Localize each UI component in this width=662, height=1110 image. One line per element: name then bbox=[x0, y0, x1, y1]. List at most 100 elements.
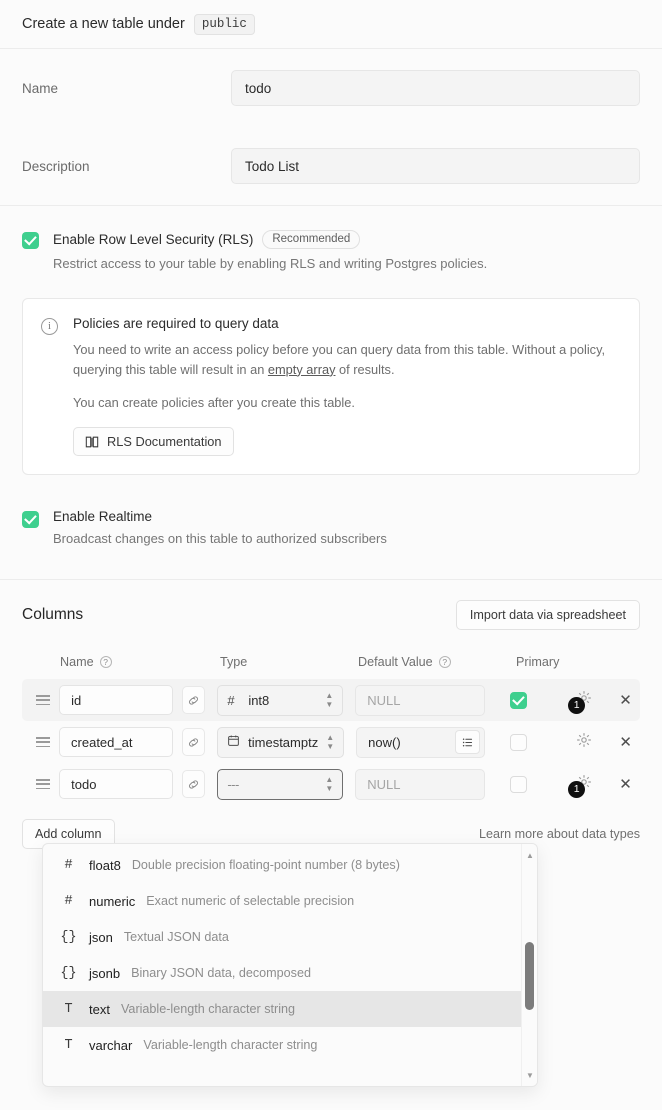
primary-key-cell bbox=[485, 733, 557, 751]
column-name-input[interactable] bbox=[59, 685, 174, 716]
column-type-value: int8 bbox=[248, 692, 270, 708]
column-default-value-text: NULL bbox=[367, 776, 401, 792]
type-option-float8[interactable]: # float8 Double precision floating-point n… bbox=[43, 847, 521, 883]
description-field-row: Description bbox=[22, 127, 640, 205]
column-type-select[interactable]: timestamptz ▲ ▼ bbox=[217, 726, 345, 758]
scrollbar-thumb[interactable] bbox=[525, 942, 534, 1010]
primary-key-checkbox[interactable] bbox=[509, 775, 527, 793]
remove-column-button[interactable]: ✕ bbox=[611, 733, 640, 751]
realtime-label: Enable Realtime bbox=[53, 509, 153, 525]
primary-key-checkbox[interactable] bbox=[509, 691, 527, 709]
rls-checkbox[interactable] bbox=[22, 232, 39, 249]
dropdown-scrollbar[interactable]: ▲ ▼ bbox=[521, 844, 537, 1086]
header-type: Type bbox=[220, 655, 248, 670]
header-default-value: Default Value ? bbox=[358, 655, 516, 669]
realtime-description: Broadcast changes on this table to autho… bbox=[53, 531, 387, 547]
column-settings-cell bbox=[557, 732, 611, 753]
name-label: Name bbox=[22, 80, 59, 96]
type-option-name: varchar bbox=[89, 1037, 133, 1053]
type-glyph-icon: # bbox=[64, 857, 73, 873]
column-default-value-input[interactable]: NULL bbox=[355, 768, 485, 800]
scroll-down-icon[interactable]: ▼ bbox=[522, 1067, 537, 1083]
type-option-name: text bbox=[89, 1001, 110, 1017]
chevron-updown-icon: ▲ ▼ bbox=[326, 733, 335, 752]
learn-data-types-link[interactable]: Learn more about data types bbox=[479, 827, 640, 841]
drag-handle[interactable] bbox=[24, 735, 59, 750]
create-table-panel: Create a new table under public Name Des… bbox=[0, 0, 662, 1110]
foreign-key-link-icon[interactable] bbox=[182, 728, 206, 757]
page-title: Create a new table under bbox=[22, 16, 185, 32]
type-option-name: float4 bbox=[89, 844, 121, 845]
table-name-input[interactable] bbox=[231, 70, 640, 106]
type-option-description: Variable-length character string bbox=[143, 1038, 318, 1052]
type-option-jsonb[interactable]: {} jsonb Binary JSON data, decomposed bbox=[43, 955, 521, 991]
rls-option[interactable]: Enable Row Level Security (RLS) Recommen… bbox=[22, 230, 640, 274]
column-type-value: timestamptz bbox=[248, 734, 319, 750]
type-option-name: numeric bbox=[89, 893, 136, 909]
type-dropdown-list: # float4 Single precision floating-point n… bbox=[43, 844, 521, 1086]
import-spreadsheet-button[interactable]: Import data via spreadsheet bbox=[455, 600, 640, 631]
default-value-list-icon[interactable] bbox=[455, 730, 481, 755]
column-default-value-input[interactable]: NULL bbox=[355, 684, 485, 716]
column-type-value: --- bbox=[227, 776, 239, 792]
drag-handle[interactable] bbox=[24, 693, 59, 708]
rls-description: Restrict access to your table by enablin… bbox=[53, 256, 488, 271]
type-option-text[interactable]: Ttext Variable-length character string bbox=[43, 991, 521, 1027]
type-glyph-icon: # bbox=[64, 893, 73, 909]
panel-header: Create a new table under public bbox=[0, 0, 662, 49]
table-description-input[interactable] bbox=[231, 148, 640, 184]
header-name: Name ? bbox=[60, 655, 220, 669]
type-option-numeric[interactable]: # numeric Exact numeric of selectable prec… bbox=[43, 883, 521, 919]
column-options-count-badge: 1 bbox=[568, 780, 586, 798]
column-type-select[interactable]: # int8 ▲ ▼ bbox=[217, 684, 344, 716]
empty-array-link[interactable]: empty array bbox=[268, 362, 336, 377]
name-help-icon[interactable]: ? bbox=[99, 656, 112, 669]
gear-icon[interactable] bbox=[576, 732, 592, 753]
type-option-description: Binary JSON data, decomposed bbox=[131, 966, 311, 980]
column-name-input[interactable] bbox=[59, 769, 174, 800]
realtime-checkbox[interactable] bbox=[22, 511, 39, 529]
type-option-description: Single precision floating-point number (… bbox=[132, 843, 395, 844]
column-default-value-input[interactable]: now() bbox=[356, 726, 486, 758]
default-value-help-icon[interactable]: ? bbox=[438, 656, 451, 669]
chevron-updown-icon: ▲ ▼ bbox=[325, 691, 334, 710]
description-label: Description bbox=[22, 158, 90, 174]
realtime-option[interactable]: Enable Realtime Broadcast changes on thi… bbox=[22, 509, 640, 549]
header-default-label: Default Value bbox=[358, 655, 433, 670]
primary-key-checkbox[interactable] bbox=[510, 733, 528, 751]
columns-section: Columns Import data via spreadsheet Name… bbox=[0, 580, 662, 850]
column-name-input[interactable] bbox=[59, 727, 174, 758]
remove-column-button[interactable]: ✕ bbox=[611, 691, 640, 709]
column-settings-cell: 1 bbox=[557, 690, 611, 714]
rls-documentation-button[interactable]: RLS Documentation bbox=[73, 427, 234, 457]
type-option-name: json bbox=[89, 929, 113, 945]
type-dropdown[interactable]: # float4 Single precision floating-point n… bbox=[42, 843, 538, 1087]
policies-info-panel: i Policies are required to query data Yo… bbox=[22, 297, 640, 476]
type-option-json[interactable]: {} json Textual JSON data bbox=[43, 919, 521, 955]
type-glyph-icon: {} bbox=[60, 965, 77, 981]
rls-recommended-badge: Recommended bbox=[262, 230, 361, 249]
column-default-value-text: now() bbox=[368, 734, 401, 750]
table-row: --- ▲▼ NULL 1 ✕ bbox=[22, 763, 640, 805]
info-icon: i bbox=[41, 317, 58, 335]
header-primary: Primary bbox=[516, 655, 560, 670]
type-option-varchar[interactable]: Tvarchar Variable-length character string bbox=[43, 1027, 521, 1063]
scroll-up-icon[interactable]: ▲ bbox=[522, 847, 537, 863]
column-type-select[interactable]: --- ▲ ▼ bbox=[217, 768, 344, 800]
table-row: # int8 ▲▼ NULL 1 ✕ bbox=[22, 679, 640, 722]
foreign-key-link-icon[interactable] bbox=[182, 770, 206, 799]
primary-key-cell bbox=[485, 691, 557, 709]
drag-handle[interactable] bbox=[24, 777, 59, 792]
foreign-key-link-icon[interactable] bbox=[182, 686, 206, 715]
primary-key-cell bbox=[485, 775, 557, 793]
type-glyph-icon: T bbox=[64, 1001, 73, 1017]
policies-text-b: of results. bbox=[335, 361, 395, 377]
type-option-description: Textual JSON data bbox=[123, 930, 229, 944]
type-option-description: Variable-length character string bbox=[120, 1002, 296, 1016]
type-glyph-icon: # bbox=[59, 844, 78, 845]
column-default-value-text: NULL bbox=[367, 692, 401, 708]
remove-column-button[interactable]: ✕ bbox=[611, 775, 640, 793]
book-icon bbox=[85, 436, 99, 448]
policies-info-paragraph-2: You can create policies after you create… bbox=[73, 394, 355, 410]
basic-fields-section: Name Description bbox=[0, 49, 662, 205]
